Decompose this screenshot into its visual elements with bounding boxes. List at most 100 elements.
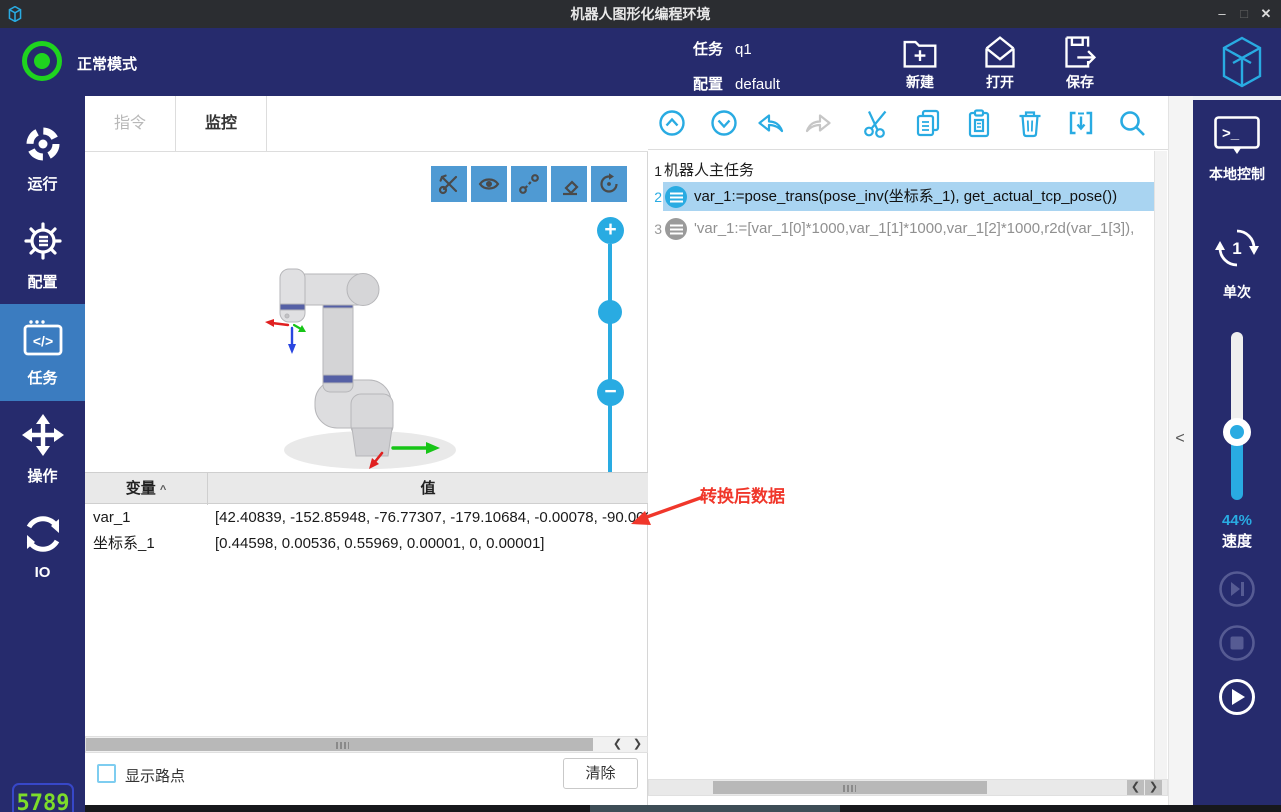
viewport-path-button[interactable] bbox=[511, 166, 547, 202]
search-button[interactable] bbox=[1117, 108, 1147, 138]
viewport-rotate-button[interactable] bbox=[591, 166, 627, 202]
program-panel: 1 机器人主任务 2 var_1:=pose_trans(pose_inv(坐标… bbox=[648, 96, 1168, 812]
config-label: 配置 bbox=[693, 76, 723, 93]
rotate-icon bbox=[597, 172, 621, 196]
program-hscrollbar[interactable]: ❮ ❯ bbox=[648, 779, 1168, 796]
single-cycle-icon[interactable]: 1 bbox=[1213, 224, 1261, 272]
zoom-slider-handle[interactable] bbox=[598, 300, 622, 324]
waypoints-icon bbox=[517, 172, 541, 196]
speed-percent: 44% bbox=[1193, 512, 1281, 529]
scroll-left-button[interactable]: ❮ bbox=[1127, 780, 1144, 795]
variable-value: [0.44598, 0.00536, 0.55969, 0.00001, 0, … bbox=[215, 531, 648, 557]
statement-icon bbox=[665, 218, 687, 240]
task-code-icon: </> bbox=[21, 318, 65, 358]
open-task-button[interactable]: 打开 bbox=[968, 34, 1032, 92]
minimize-button[interactable]: – bbox=[1211, 0, 1233, 28]
task-field: 任务 q1 bbox=[693, 38, 752, 59]
table-row[interactable]: var_1 [42.40839, -152.85948, -76.77307, … bbox=[85, 505, 648, 531]
column-value[interactable]: 值 bbox=[208, 473, 648, 505]
viewport-tools-button[interactable] bbox=[431, 166, 467, 202]
expand-down-button[interactable] bbox=[709, 108, 739, 138]
undo-button[interactable] bbox=[756, 108, 786, 138]
speed-slider-track[interactable] bbox=[1231, 332, 1243, 432]
trash-icon bbox=[1015, 108, 1045, 138]
task-label: 任务 bbox=[693, 41, 723, 58]
monitor-hscrollbar[interactable]: ❮ ❯ bbox=[85, 736, 648, 753]
config-value: default bbox=[735, 76, 780, 93]
line-number: 1 bbox=[650, 158, 662, 184]
status-counter: 5789 bbox=[12, 783, 74, 812]
tab-instruction[interactable]: 指令 bbox=[85, 96, 176, 152]
redo-button[interactable] bbox=[803, 108, 833, 138]
task-value: q1 bbox=[735, 41, 752, 58]
scrollbar-thumb[interactable] bbox=[86, 738, 593, 751]
step-forward-button[interactable] bbox=[1218, 570, 1256, 608]
sidebar-item-task[interactable]: </> 任务 bbox=[0, 304, 85, 401]
eye-icon bbox=[477, 172, 501, 196]
insert-button[interactable] bbox=[1066, 108, 1096, 138]
app-window: 机器人图形化编程环境 – □ ✕ 正常模式 任务q1 配置default 新建 … bbox=[0, 0, 1281, 812]
column-variable[interactable]: 变量 ^ bbox=[85, 473, 208, 505]
table-row[interactable]: 坐标系_1 [0.44598, 0.00536, 0.55969, 0.0000… bbox=[85, 531, 648, 557]
header-bar: 正常模式 任务q1 配置default 新建 打开 保存 bbox=[0, 28, 1281, 96]
zoom-out-button[interactable]: − bbox=[597, 379, 624, 406]
monitor-panel: 指令 监控 bbox=[85, 96, 648, 812]
save-arrow-icon bbox=[1061, 34, 1099, 70]
line-number: 2 bbox=[650, 183, 662, 211]
save-task-button[interactable]: 保存 bbox=[1048, 34, 1112, 92]
statement-icon bbox=[665, 186, 687, 208]
code-line[interactable]: 1 机器人主任务 bbox=[648, 158, 1164, 184]
annotation-text: 转换后数据 bbox=[700, 482, 785, 507]
scroll-right-button[interactable]: ❯ bbox=[629, 737, 646, 752]
sidebar-item-operate[interactable]: 操作 bbox=[0, 401, 85, 498]
sidebar-item-label: 操作 bbox=[27, 465, 57, 486]
scroll-left-button[interactable]: ❮ bbox=[609, 737, 626, 752]
sidebar-item-config[interactable]: 配置 bbox=[0, 207, 85, 304]
variable-table-header: 变量 ^ 值 bbox=[85, 472, 648, 504]
local-control-terminal-icon[interactable]: >_ bbox=[1214, 116, 1260, 158]
sidebar-item-run[interactable]: 运行 bbox=[0, 110, 85, 207]
new-task-button[interactable]: 新建 bbox=[888, 34, 952, 92]
cut-button[interactable] bbox=[862, 108, 892, 138]
brand-cube-logo-icon bbox=[1222, 36, 1262, 88]
paste-button[interactable] bbox=[964, 108, 994, 138]
clear-button[interactable]: 清除 bbox=[563, 758, 638, 789]
line-text: 机器人主任务 bbox=[664, 158, 1162, 184]
code-line-comment[interactable]: 3 'var_1:=[var_1[0]*1000,var_1[1]*1000,v… bbox=[648, 216, 1164, 242]
maximize-button[interactable]: □ bbox=[1233, 0, 1255, 28]
speed-label: 速度 bbox=[1193, 530, 1281, 551]
viewport-erase-button[interactable] bbox=[551, 166, 587, 202]
redo-icon bbox=[803, 108, 833, 138]
zoom-in-button[interactable]: + bbox=[597, 217, 624, 244]
close-button[interactable]: ✕ bbox=[1255, 0, 1277, 28]
scroll-right-button[interactable]: ❯ bbox=[1145, 780, 1162, 795]
speed-slider-handle[interactable] bbox=[1223, 418, 1251, 446]
single-label: 单次 bbox=[1193, 282, 1281, 302]
stop-button[interactable] bbox=[1218, 624, 1256, 662]
code-line-selected[interactable]: 2 var_1:=pose_trans(pose_inv(坐标系_1), get… bbox=[648, 183, 1164, 211]
sidebar-item-label: 运行 bbox=[27, 173, 57, 194]
variable-name: 坐标系_1 bbox=[93, 531, 155, 557]
robot-3d-view[interactable] bbox=[230, 244, 500, 484]
io-cycle-icon bbox=[22, 513, 64, 555]
config-gear-icon bbox=[22, 220, 64, 262]
collapse-panel-button[interactable]: < bbox=[1172, 426, 1188, 452]
operate-move-icon bbox=[22, 414, 64, 456]
scrollbar-thumb[interactable] bbox=[713, 781, 987, 794]
tab-monitor[interactable]: 监控 bbox=[176, 96, 267, 152]
show-waypoints-checkbox[interactable] bbox=[97, 764, 116, 783]
delete-button[interactable] bbox=[1015, 108, 1045, 138]
play-button[interactable] bbox=[1218, 678, 1256, 716]
eraser-icon bbox=[557, 172, 581, 196]
left-sidebar: 运行 配置 </> 任务 操作 bbox=[0, 96, 85, 812]
circle-chevron-down-icon bbox=[709, 108, 739, 138]
program-vscrollbar[interactable] bbox=[1154, 151, 1167, 779]
sidebar-item-io[interactable]: IO bbox=[0, 498, 85, 595]
copy-icon bbox=[913, 108, 943, 138]
sidebar-item-label: 配置 bbox=[27, 271, 57, 292]
local-control-label: 本地控制 bbox=[1193, 164, 1281, 184]
viewport-visibility-button[interactable] bbox=[471, 166, 507, 202]
copy-button[interactable] bbox=[913, 108, 943, 138]
line-text: var_1:=pose_trans(pose_inv(坐标系_1), get_a… bbox=[694, 183, 1162, 211]
collapse-up-button[interactable] bbox=[657, 108, 687, 138]
